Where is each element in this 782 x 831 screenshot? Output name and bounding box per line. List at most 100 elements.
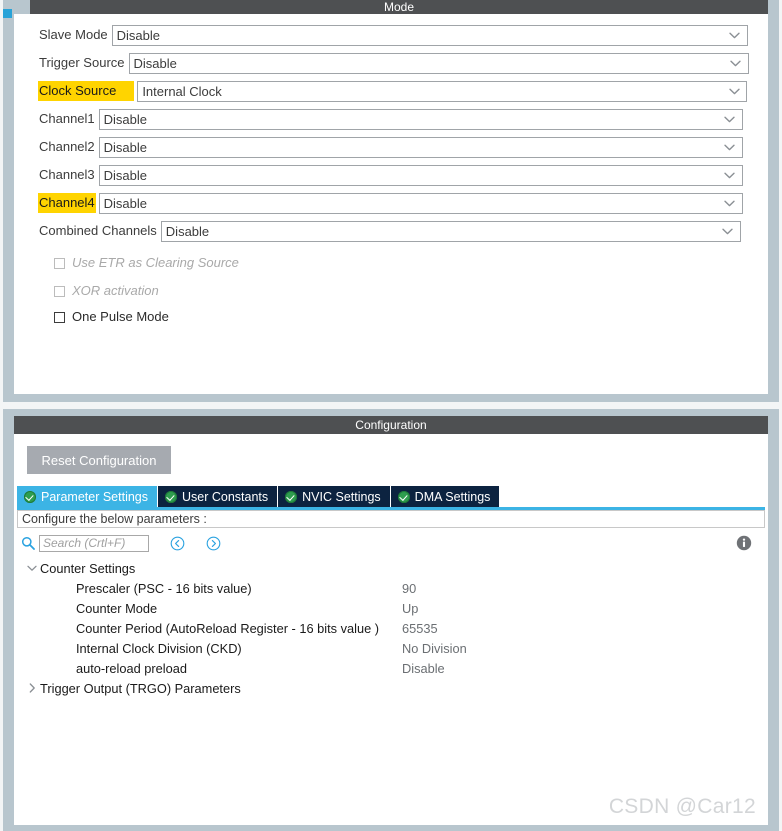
parameter-name: Prescaler (PSC - 16 bits value): [76, 580, 252, 596]
dropdown-value: Internal Clock: [142, 83, 222, 99]
green-check-icon: [285, 490, 298, 503]
chevron-down-icon: [723, 32, 747, 39]
parameter-name: Internal Clock Division (CKD): [76, 640, 242, 656]
checkbox-label: One Pulse Mode: [72, 309, 169, 324]
chevron-down-icon[interactable]: [24, 565, 40, 572]
parameter-name: Counter Mode: [76, 600, 158, 616]
mode-field-row: Channel3 Disable: [38, 164, 743, 186]
dropdown-channel3[interactable]: Disable: [98, 164, 743, 186]
parameter-row[interactable]: Internal Clock Division (CKD) No Division: [24, 638, 754, 658]
dropdown-clock-source[interactable]: Internal Clock: [137, 80, 748, 102]
dropdown-value: Disable: [133, 55, 177, 71]
parameter-value[interactable]: Disable: [402, 661, 445, 676]
mode-panel-title: Mode: [30, 0, 768, 14]
parameter-row[interactable]: Prescaler (PSC - 16 bits value) 90: [24, 578, 754, 598]
dropdown-value: Disable: [103, 139, 148, 155]
checkbox-label: Use ETR as Clearing Source: [72, 255, 239, 270]
checkbox-label: XOR activation: [72, 283, 159, 298]
parameter-name: auto-reload preload: [76, 660, 187, 676]
tree-group-trigger-output[interactable]: Trigger Output (TRGO) Parameters: [24, 678, 754, 698]
parameter-row[interactable]: Counter Period (AutoReload Register - 16…: [24, 618, 754, 638]
mode-field-label: Channel1: [39, 111, 95, 126]
search-icon: [20, 535, 36, 551]
parameter-name: Counter Period (AutoReload Register - 16…: [76, 620, 380, 636]
green-check-icon: [165, 490, 177, 503]
dropdown-channel1[interactable]: Disable: [98, 108, 743, 130]
configuration-panel: Configuration Reset Configuration Parame…: [3, 409, 779, 831]
mode-field-row: Channel2 Disable: [38, 136, 743, 158]
search-toolbar: [20, 532, 760, 554]
parameter-value[interactable]: 65535: [402, 621, 438, 636]
chevron-down-icon: [716, 228, 740, 235]
mode-field-row: Slave Mode Disable: [38, 24, 748, 46]
configuration-panel-body: Reset Configuration Parameter Settings Us…: [14, 434, 768, 825]
mode-panel: Mode Slave Mode Disable Trigger Source Disa…: [3, 0, 779, 402]
chevron-down-icon: [718, 172, 742, 179]
tab-dma-settings[interactable]: DMA Settings: [390, 486, 501, 507]
parameter-tree: Counter Settings Prescaler (PSC - 16 bits…: [24, 558, 754, 698]
checkbox-one-pulse-mode[interactable]: [54, 311, 65, 323]
settings-tabstrip: Parameter Settings User Constants NVIC Set…: [17, 486, 501, 507]
mode-field-label: Channel2: [39, 139, 95, 154]
mode-field-row: Clock Source Internal Clock: [38, 80, 748, 102]
mode-field-row: Combined Channels Disable: [38, 220, 741, 242]
dropdown-value: Disable: [165, 223, 210, 239]
tab-user-constants[interactable]: User Constants: [158, 486, 279, 507]
checkbox-use-etr-as-clearing-source: [54, 257, 65, 269]
parameter-value[interactable]: No Division: [402, 641, 467, 656]
tab-label: NVIC Settings: [302, 489, 381, 504]
chevron-down-icon: [718, 200, 742, 207]
chevron-down-icon: [722, 88, 746, 95]
dropdown-combined-channels[interactable]: Disable: [160, 220, 741, 242]
circle-right-arrow-icon[interactable]: [205, 535, 221, 551]
parameter-row[interactable]: auto-reload preload Disable: [24, 658, 754, 678]
checkbox-xor-activation: [54, 285, 65, 297]
mode-field-row: Channel1 Disable: [38, 108, 743, 130]
parameter-value[interactable]: Up: [402, 601, 418, 616]
tree-group-counter-settings[interactable]: Counter Settings: [24, 558, 754, 578]
mode-field-label: Trigger Source: [39, 55, 125, 70]
chevron-down-icon: [718, 144, 742, 151]
tab-label: DMA Settings: [414, 489, 491, 504]
mode-field-label: Combined Channels: [39, 223, 157, 238]
tree-group-label: Trigger Output (TRGO) Parameters: [40, 680, 241, 696]
chevron-down-icon: [724, 60, 748, 67]
tree-group-label: Counter Settings: [40, 560, 136, 576]
checkbox-row: Use ETR as Clearing Source: [54, 254, 239, 272]
dropdown-value: Disable: [116, 27, 161, 43]
dropdown-trigger-source[interactable]: Disable: [128, 52, 749, 74]
dropdown-channel2[interactable]: Disable: [98, 136, 743, 158]
mode-field-label: Channel3: [39, 167, 95, 182]
tab-nvic-settings[interactable]: NVIC Settings: [278, 486, 391, 507]
dropdown-value: Disable: [103, 167, 148, 183]
parameter-value[interactable]: 90: [402, 581, 416, 596]
checkbox-row[interactable]: One Pulse Mode: [54, 308, 169, 326]
info-icon[interactable]: [736, 535, 752, 551]
dropdown-slave-mode[interactable]: Disable: [111, 24, 748, 46]
mode-field-label: Slave Mode: [39, 27, 108, 42]
checkbox-row: XOR activation: [54, 282, 159, 300]
configure-hint-bar: Configure the below parameters :: [17, 510, 765, 528]
mode-field-label: Channel4: [38, 193, 96, 213]
dropdown-value: Disable: [103, 195, 148, 211]
cubemx-timer-config-screen: Mode Slave Mode Disable Trigger Source Disa…: [0, 0, 782, 831]
panel-accent-marker: [3, 9, 12, 18]
tab-label: Parameter Settings: [41, 489, 148, 504]
dropdown-channel4[interactable]: Disable: [98, 192, 743, 214]
parameter-row[interactable]: Counter Mode Up: [24, 598, 754, 618]
tab-label: User Constants: [182, 489, 269, 504]
circle-left-arrow-icon[interactable]: [169, 535, 185, 551]
mode-field-row: Trigger Source Disable: [38, 52, 749, 74]
tab-parameter-settings[interactable]: Parameter Settings: [17, 486, 158, 507]
configuration-panel-title: Configuration: [14, 416, 768, 434]
mode-field-row: Channel4 Disable: [38, 192, 743, 214]
watermark-text: CSDN @Car12: [608, 795, 756, 818]
mode-field-label: Clock Source: [38, 81, 135, 101]
reset-configuration-button[interactable]: Reset Configuration: [27, 446, 171, 474]
search-input[interactable]: [39, 534, 149, 552]
green-check-icon: [397, 490, 410, 503]
mode-panel-body: Slave Mode Disable Trigger Source Disable Cl…: [14, 14, 768, 394]
chevron-down-icon: [718, 116, 742, 123]
chevron-right-icon[interactable]: [24, 683, 40, 693]
dropdown-value: Disable: [103, 111, 148, 127]
